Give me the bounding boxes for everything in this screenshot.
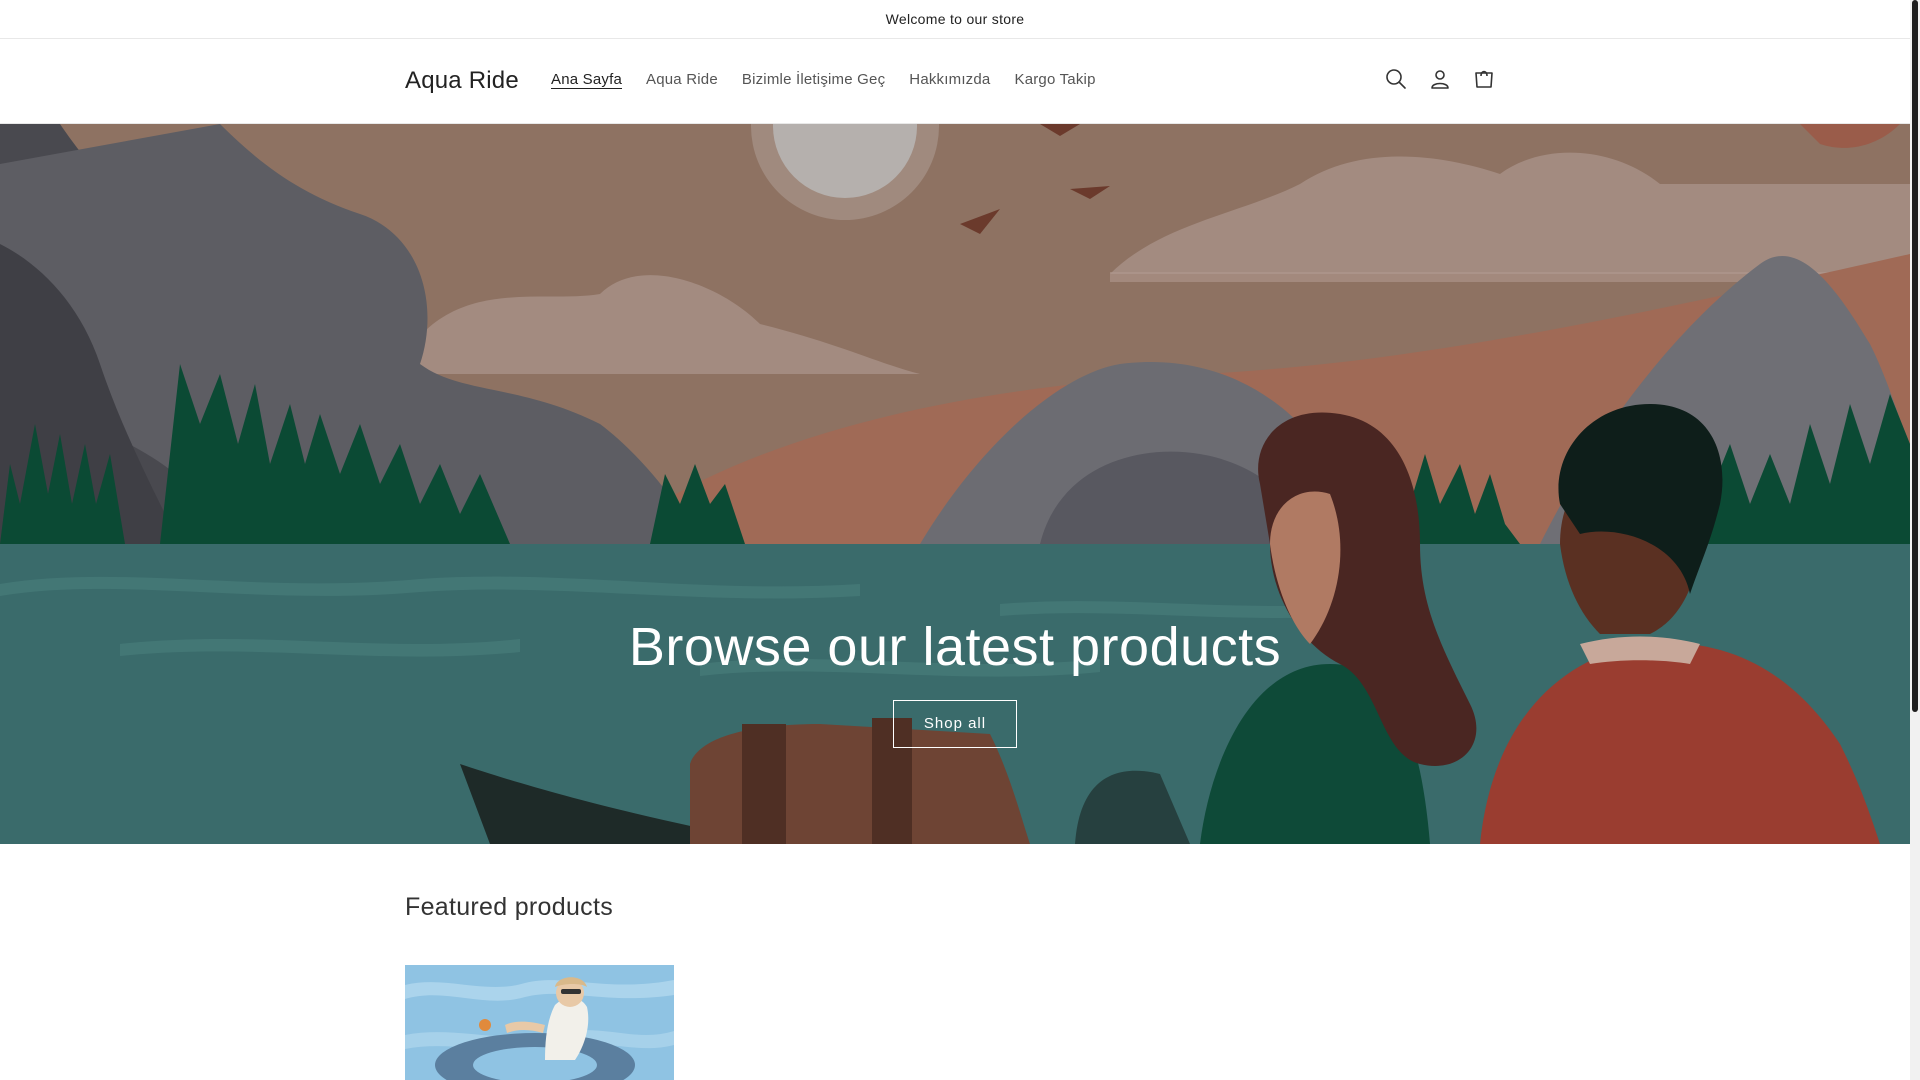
announcement-text: Welcome to our store: [885, 11, 1025, 27]
storefront-page: Welcome to our store Aqua Ride Ana Sayfa…: [0, 0, 1910, 1080]
hero-content: Browse our latest products Shop all: [0, 616, 1910, 748]
nav-item-contact[interactable]: Bizimle İletişime Geç: [730, 71, 897, 88]
site-header: Aqua Ride Ana Sayfa Aqua Ride Bizimle İl…: [0, 39, 1910, 124]
shop-all-button[interactable]: Shop all: [892, 700, 1018, 748]
main-nav: Ana Sayfa Aqua Ride Bizimle İletişime Ge…: [539, 71, 1108, 88]
cart-icon[interactable]: [1470, 65, 1498, 93]
product-image: [405, 965, 674, 1080]
announcement-bar: Welcome to our store: [0, 0, 1910, 39]
header-icons: [1382, 65, 1498, 93]
page-scrollbar-thumb[interactable]: [1912, 0, 1918, 712]
hero-banner: Browse our latest products Shop all: [0, 124, 1910, 844]
featured-products-heading: Featured products: [405, 893, 613, 921]
store-logo[interactable]: Aqua Ride: [405, 67, 519, 95]
search-icon[interactable]: [1382, 65, 1410, 93]
account-icon[interactable]: [1426, 65, 1454, 93]
nav-item-shipping-tracking[interactable]: Kargo Takip: [1002, 71, 1107, 88]
nav-item-ana-sayfa[interactable]: Ana Sayfa: [539, 71, 634, 88]
nav-item-aqua-ride[interactable]: Aqua Ride: [634, 71, 730, 88]
nav-item-about[interactable]: Hakkımızda: [897, 71, 1002, 88]
product-card[interactable]: [405, 965, 674, 1080]
hero-title: Browse our latest products: [628, 617, 1282, 677]
